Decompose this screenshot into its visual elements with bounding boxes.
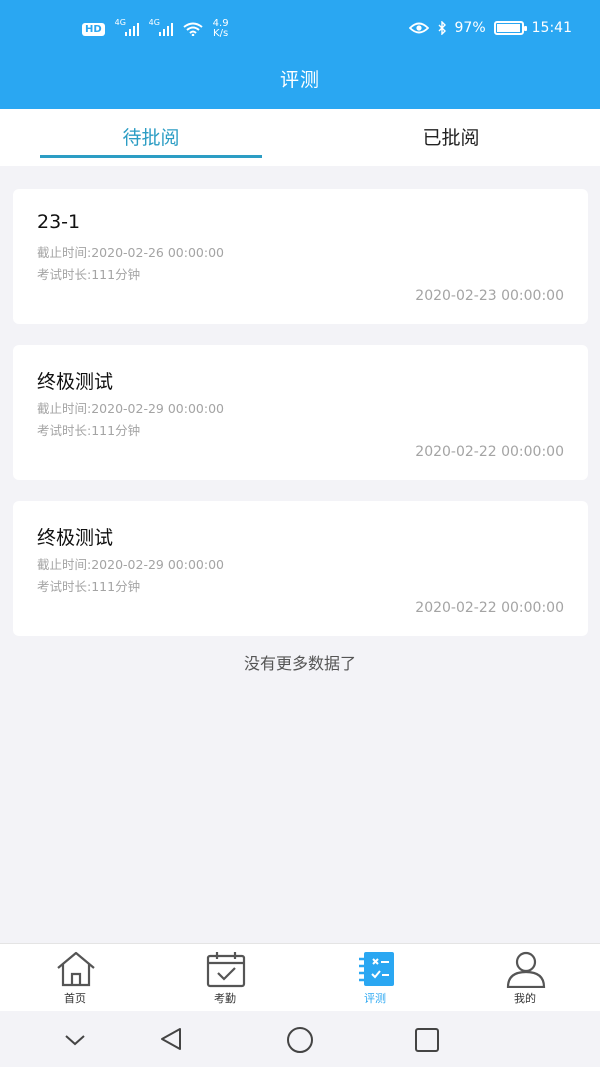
user-icon: [506, 951, 546, 988]
exam-duration: 考试时长:111分钟: [37, 267, 141, 282]
hd-badge: HD: [82, 22, 105, 36]
system-nav-bar: [0, 1011, 600, 1067]
page-title: 评测: [0, 60, 600, 109]
home-circle-icon[interactable]: [286, 1026, 314, 1054]
exam-date: 2020-02-23 00:00:00: [415, 288, 564, 304]
exam-title: 终极测试: [37, 371, 114, 393]
status-right: 97% 15:41: [408, 20, 572, 36]
battery-percent: 97%: [454, 20, 486, 36]
calendar-check-icon: [206, 952, 246, 988]
battery-icon: [493, 21, 527, 35]
list-end-text: 没有更多数据了: [243, 654, 356, 673]
nav-profile[interactable]: 我的: [475, 944, 575, 1012]
exam-title: 23-1: [37, 211, 81, 233]
exam-deadline: 截止时间:2020-02-29 00:00:00: [37, 401, 224, 416]
tab-active-indicator: [40, 155, 262, 158]
status-bar: HD 4G 4G 4.9 K/s 97% 15:41: [0, 0, 600, 60]
exam-deadline: 截止时间:2020-02-26 00:00:00: [37, 245, 224, 260]
exam-card[interactable]: 终极测试 截止时间:2020-02-29 00:00:00 考试时长:111分钟…: [13, 501, 588, 636]
exam-title: 终极测试: [37, 527, 114, 549]
nav-attendance[interactable]: 考勤: [175, 944, 275, 1012]
exam-card[interactable]: 23-1 截止时间:2020-02-26 00:00:00 考试时长:111分钟…: [13, 189, 588, 324]
clock: 15:41: [531, 20, 572, 36]
status-left: HD 4G 4G 4.9 K/s: [82, 18, 229, 39]
exam-deadline: 截止时间:2020-02-29 00:00:00: [37, 557, 224, 572]
back-triangle-icon[interactable]: [158, 1026, 184, 1052]
bluetooth-icon: [438, 21, 446, 35]
nav-profile-label: 我的: [514, 992, 536, 1005]
bottom-nav: 首页 考勤 评测 我的: [0, 943, 600, 1011]
nav-evaluation-label: 评测: [364, 992, 386, 1005]
checklist-notebook-icon: [359, 952, 394, 986]
nav-home-label: 首页: [64, 992, 86, 1005]
home-icon: [57, 951, 95, 987]
exam-duration: 考试时长:111分钟: [37, 579, 141, 594]
network-speed: 4.9 K/s: [212, 18, 229, 39]
nav-evaluation[interactable]: 评测: [325, 944, 425, 1012]
wifi-icon: [183, 22, 203, 36]
exam-card[interactable]: 终极测试 截止时间:2020-02-29 00:00:00 考试时长:111分钟…: [13, 345, 588, 480]
recents-square-icon[interactable]: [414, 1027, 440, 1053]
chevron-down-icon[interactable]: [64, 1033, 86, 1047]
tab-reviewed[interactable]: 已批阅: [340, 109, 562, 166]
nav-attendance-label: 考勤: [214, 992, 236, 1005]
exam-date: 2020-02-22 00:00:00: [415, 600, 564, 616]
eye-icon: [408, 22, 429, 34]
exam-date: 2020-02-22 00:00:00: [415, 444, 564, 460]
exam-duration: 考试时长:111分钟: [37, 423, 141, 438]
signal-icon: 4G: [115, 18, 139, 36]
nav-home[interactable]: 首页: [25, 944, 125, 1012]
signal-icon-2: 4G: [149, 18, 173, 36]
